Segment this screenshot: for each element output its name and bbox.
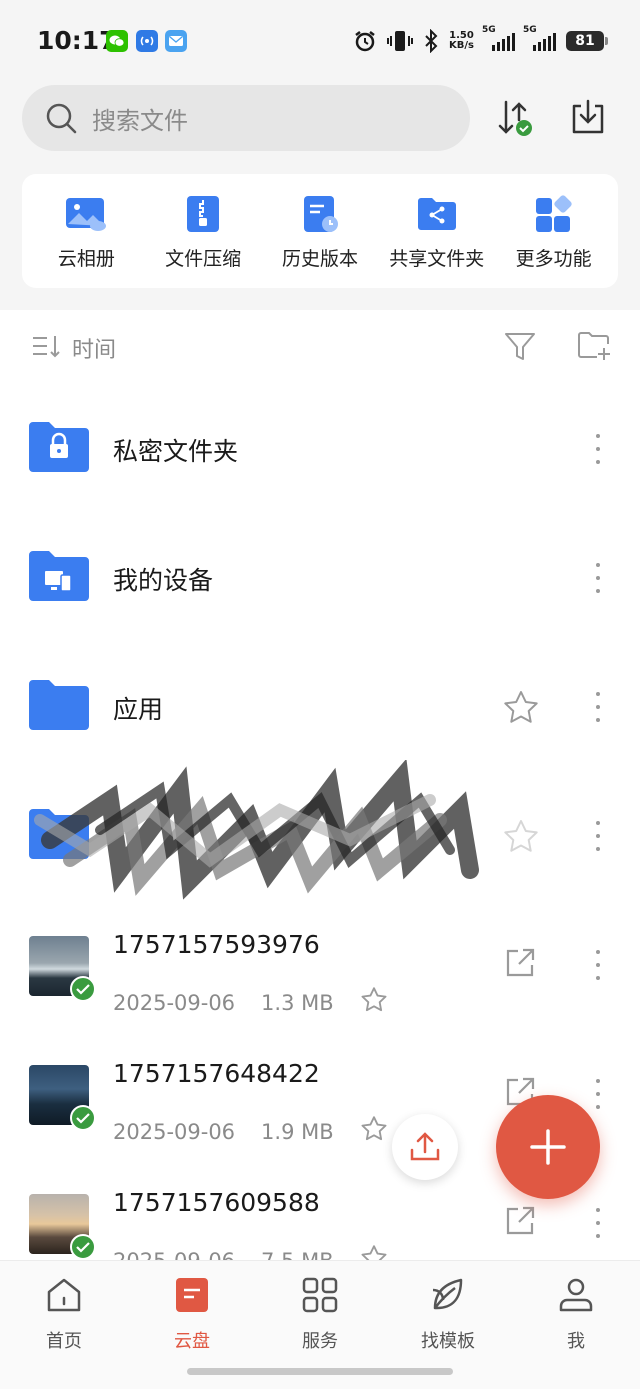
status-right: 1.50 KB/s 5G 5G 81 [353, 25, 608, 56]
cloud-album-icon [64, 192, 108, 236]
add-folder-icon [578, 332, 610, 360]
battery-indicator: 81 [566, 31, 608, 51]
item-date: 2025-09-06 [113, 1119, 236, 1144]
search-placeholder: 搜索文件 [92, 106, 188, 135]
item-meta: 2025-09-06 1.3 MB [113, 986, 388, 1019]
broadcast-icon [136, 30, 158, 52]
more-options-icon[interactable] [594, 434, 602, 464]
zip-icon [181, 192, 225, 236]
signal-1-icon: 5G [482, 25, 515, 51]
shared-folder-icon [415, 192, 459, 236]
synced-check-icon [70, 1105, 96, 1131]
mail-icon [165, 30, 187, 52]
nav-home[interactable]: 首页 [0, 1261, 128, 1389]
more-options-icon[interactable] [594, 950, 602, 980]
signal-2-icon: 5G [523, 25, 556, 51]
open-external-icon[interactable] [504, 1205, 536, 1237]
synced-check-icon [70, 976, 96, 1002]
search-icon [46, 103, 77, 134]
sort-row: 时间 [0, 318, 640, 376]
item-name: 应用 [113, 695, 164, 724]
plus-icon [530, 1129, 566, 1165]
top-area: 搜索文件 云相册 文件压缩 历史版本 共享文件夹 更多功能 [0, 82, 640, 310]
template-leaf-icon [428, 1275, 468, 1315]
feature-file-compress[interactable]: 文件压缩 [146, 192, 260, 271]
services-grid-icon [300, 1275, 340, 1315]
synced-check-icon [70, 1234, 96, 1260]
more-options-icon[interactable] [594, 1079, 602, 1109]
star-icon[interactable] [502, 818, 540, 856]
device-folder-icon [29, 549, 89, 609]
sort-order-icon[interactable] [30, 333, 64, 365]
profile-icon [556, 1275, 596, 1315]
file-thumbnail [29, 1065, 96, 1131]
feature-history-version[interactable]: 历史版本 [263, 192, 377, 271]
item-size: 1.9 MB [261, 1119, 334, 1144]
file-thumbnail [29, 936, 96, 1002]
star-icon[interactable] [360, 986, 388, 1019]
feature-cloud-album[interactable]: 云相册 [29, 192, 143, 271]
list-item-my-devices[interactable]: 我的设备 [0, 513, 640, 642]
item-name: 私密文件夹 [113, 437, 239, 466]
wechat-icon [106, 30, 128, 52]
feature-shared-folder[interactable]: 共享文件夹 [380, 192, 494, 271]
download-button[interactable] [566, 96, 610, 140]
more-options-icon[interactable] [594, 563, 602, 593]
new-folder-button[interactable] [577, 330, 611, 366]
lock-folder-icon [29, 420, 89, 480]
feature-more[interactable]: 更多功能 [497, 192, 611, 271]
home-icon [44, 1275, 84, 1315]
search-input[interactable]: 搜索文件 [22, 85, 470, 151]
star-icon[interactable] [502, 689, 540, 727]
sort-transfer-button[interactable] [493, 96, 537, 140]
list-item-file[interactable]: 1757157593976 2025-09-06 1.3 MB [0, 900, 640, 1029]
home-indicator[interactable] [187, 1368, 453, 1375]
status-bar: 10:17 1.50 KB/s 5G 5G 81 [0, 0, 640, 82]
download-icon [572, 99, 604, 134]
item-name: 我的设备 [113, 566, 214, 595]
item-meta: 2025-09-06 1.9 MB [113, 1115, 388, 1148]
more-options-icon[interactable] [594, 692, 602, 722]
filter-button[interactable] [503, 330, 537, 368]
net-speed: 1.50 KB/s [449, 30, 474, 51]
upload-icon [410, 1132, 440, 1161]
more-options-icon[interactable] [594, 1208, 602, 1238]
item-size: 1.3 MB [261, 990, 334, 1015]
alarm-icon [355, 31, 375, 52]
item-name: 1757157648422 [113, 1059, 320, 1088]
sort-label[interactable]: 时间 [72, 332, 116, 364]
filter-icon [505, 333, 535, 360]
file-thumbnail [29, 1194, 96, 1260]
star-icon[interactable] [360, 1115, 388, 1148]
vibrate-icon [387, 31, 414, 51]
list-item-apps-folder[interactable]: 应用 [0, 642, 640, 771]
redaction-scribble [34, 760, 479, 900]
more-features-icon [532, 192, 576, 236]
feature-card: 云相册 文件压缩 历史版本 共享文件夹 更多功能 [22, 174, 618, 288]
history-version-icon [298, 192, 342, 236]
add-button[interactable] [496, 1095, 600, 1199]
item-name: 1757157609588 [113, 1188, 320, 1217]
upload-button[interactable] [392, 1114, 458, 1180]
more-options-icon[interactable] [594, 821, 602, 851]
item-name: 1757157593976 [113, 930, 320, 959]
nav-me[interactable]: 我 [512, 1261, 640, 1389]
cloud-drive-icon [172, 1275, 212, 1315]
sort-check-icon [498, 100, 532, 136]
bluetooth-icon [425, 29, 438, 53]
status-time: 10:17 [37, 26, 117, 55]
list-item-private-folder[interactable]: 私密文件夹 [0, 384, 640, 513]
item-date: 2025-09-06 [113, 990, 236, 1015]
folder-icon [29, 678, 89, 738]
open-external-icon[interactable] [504, 947, 536, 979]
